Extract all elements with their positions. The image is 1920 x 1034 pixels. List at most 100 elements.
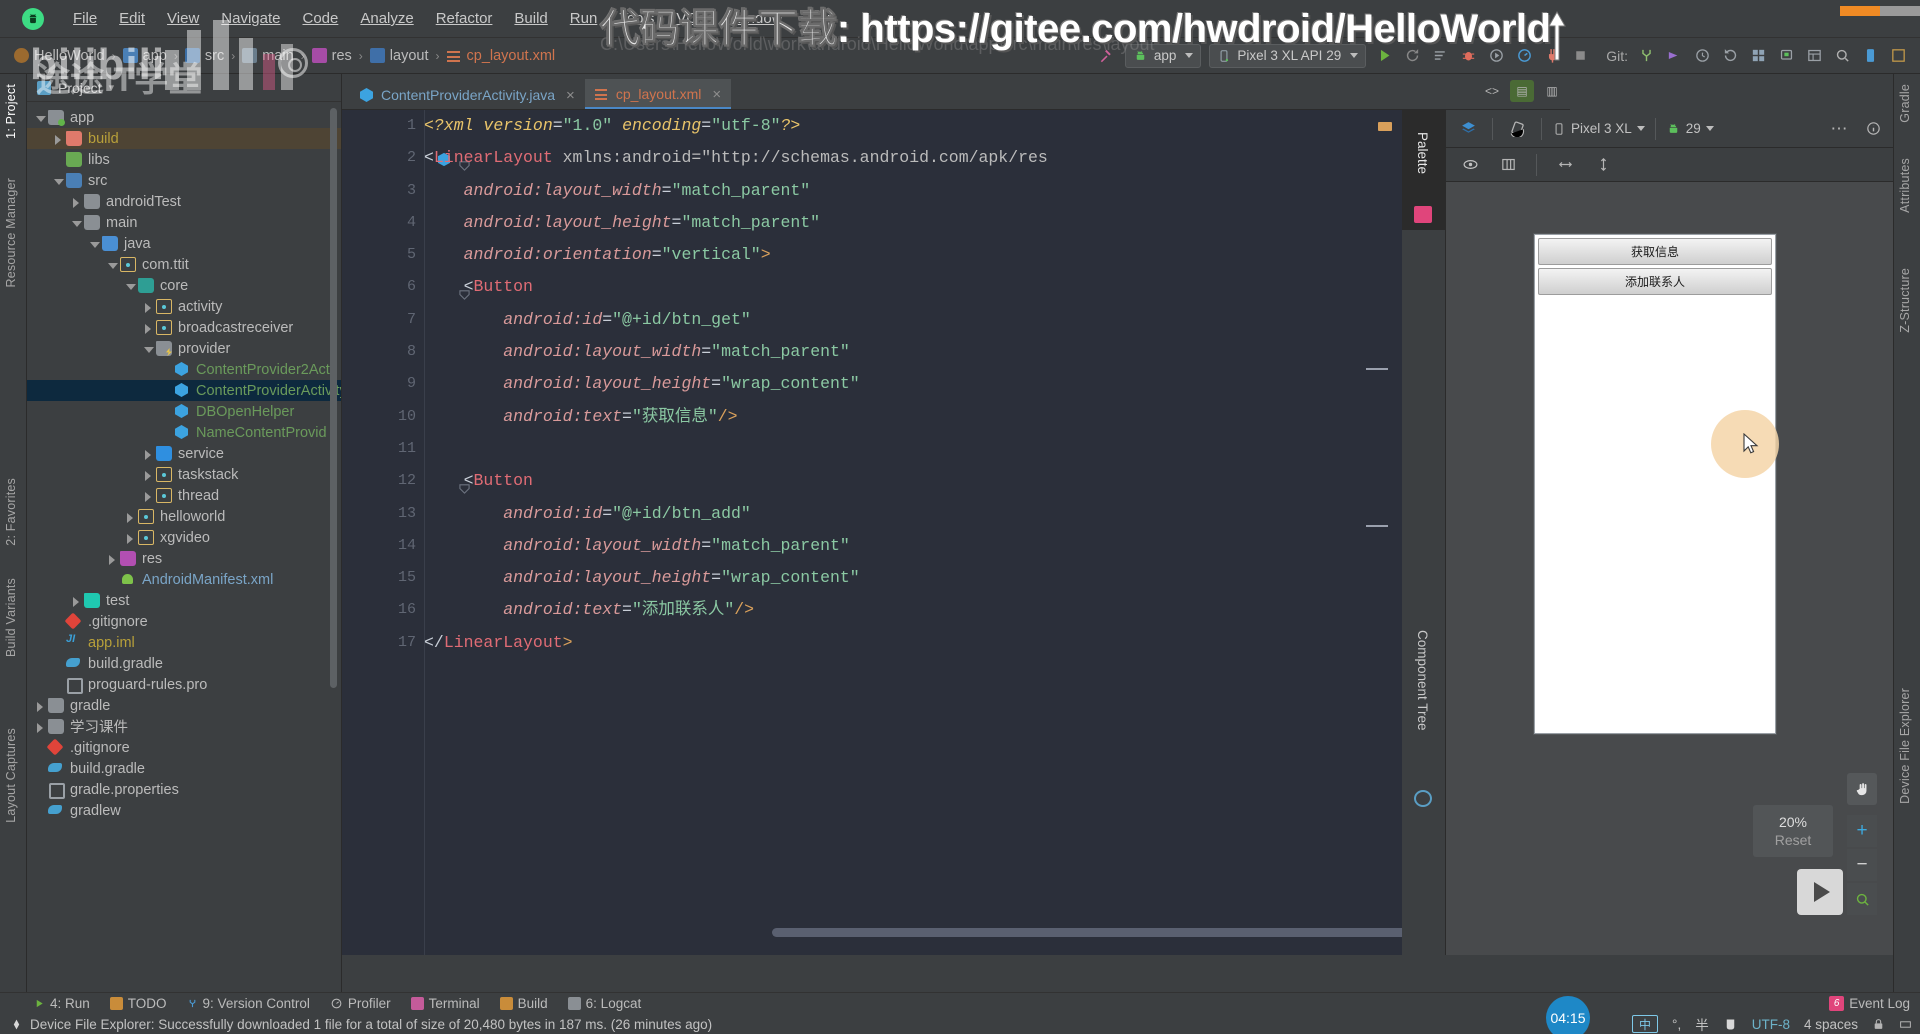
chevron-right-icon[interactable] [141,489,155,503]
tree-node-test[interactable]: test [27,590,341,611]
tree-node-res[interactable]: res [27,548,341,569]
tree-node-dbopenhelper[interactable]: DBOpenHelper [27,401,341,422]
tree-node-build[interactable]: build [27,128,341,149]
editor-warning-marker[interactable] [1378,122,1392,131]
menu-file[interactable]: File [62,7,108,30]
chevron-down-icon[interactable] [105,258,119,272]
code-line[interactable]: android:layout_height="match_parent" [424,207,1402,239]
editor-horizontal-scrollbar[interactable] [772,928,1472,937]
tree-node-core[interactable]: core [27,275,341,296]
tree-node-gradle[interactable]: gradle [27,695,341,716]
rotate-device-icon[interactable] [1503,116,1531,142]
close-icon[interactable]: × [712,86,721,103]
chevron-down-icon[interactable] [87,237,101,251]
rail-tab-layout-captures[interactable]: Layout Captures [2,724,20,827]
code-line[interactable]: android:text="添加联系人"/> [424,594,1402,626]
tree-node-provider[interactable]: provider [27,338,341,359]
menu-edit[interactable]: Edit [108,7,156,30]
device-manager-button[interactable] [1856,43,1884,69]
project-tree[interactable]: app build libs src androidTest main java com.tt… [27,104,341,992]
tree-node-namecontentprovid[interactable]: NameContentProvid [27,422,341,443]
view-options-eye-icon[interactable] [1456,152,1484,178]
zoom-fit-icon[interactable] [1847,883,1877,915]
indent-label[interactable]: 4 spaces [1804,1017,1858,1032]
more-options-icon[interactable]: ⋯ [1825,116,1853,142]
chevron-right-icon[interactable] [141,447,155,461]
tree-node-app-iml[interactable]: app.iml [27,632,341,653]
menu-build[interactable]: Build [503,7,558,30]
layout-inspector-button[interactable] [1800,43,1828,69]
layers-icon[interactable] [1454,116,1482,142]
code-line[interactable]: <?xml version="1.0" encoding="utf-8"?> [424,110,1402,142]
vertical-margin-icon[interactable] [1589,152,1617,178]
tree-node-xgvideo[interactable]: xgvideo [27,527,341,548]
menu-refactor[interactable]: Refactor [425,7,504,30]
avd-manager-button[interactable] [1772,43,1800,69]
rail-tab-attributes[interactable]: Attributes [1896,154,1914,217]
palette-label[interactable]: Palette [1415,132,1430,174]
rail-tab-favorites[interactable]: 2: Favorites [2,474,20,550]
tree-node-gitignore[interactable]: .gitignore [27,737,341,758]
chevron-down-icon[interactable] [69,216,83,230]
rail-tab-device-file-explorer[interactable]: Device File Explorer [1896,684,1914,808]
project-structure-button[interactable] [1884,43,1912,69]
rail-tab-project[interactable]: 1: Project [2,80,20,143]
code-line[interactable]: android:layout_height="wrap_content" [424,562,1402,594]
tree-node-java[interactable]: java [27,233,341,254]
bottom-tab-logcat[interactable]: 6: Logcat [567,996,641,1011]
chevron-down-icon[interactable] [141,342,155,356]
design-device-selector[interactable]: Pixel 3 XL [1552,121,1645,136]
bottom-tab-run[interactable]: 4: Run [34,996,90,1011]
info-icon[interactable] [1859,116,1887,142]
layout-columns-icon[interactable] [1494,152,1522,178]
fold-marker-button[interactable] [1366,368,1388,370]
vcs-branch-button[interactable] [1632,43,1660,69]
tree-node-gitignore[interactable]: .gitignore [27,611,341,632]
code-line[interactable]: <Button [424,465,1402,497]
lock-icon[interactable] [1872,1018,1885,1031]
code-editor[interactable]: 1 2 3 4 5 6 7 8 9 10 11 12 13 14 15 16 17 <?xml version=… [342,110,1472,955]
tree-node-src[interactable]: src [27,170,341,191]
editor-gutter[interactable]: 1 2 3 4 5 6 7 8 9 10 11 12 13 14 15 16 17 [342,110,470,955]
tree-node-app[interactable]: app [27,107,341,128]
chevron-down-icon[interactable] [123,279,137,293]
code-line[interactable] [424,433,1402,465]
chevron-right-icon[interactable] [141,468,155,482]
pan-hand-icon[interactable] [1847,773,1877,805]
tree-node-helloworld[interactable]: helloworld [27,506,341,527]
chevron-down-icon[interactable] [51,174,65,188]
tree-node-androidmanifest-xml[interactable]: AndroidManifest.xml [27,569,341,590]
design-canvas[interactable]: 获取信息 添加联系人 20% Reset + − [1446,182,1893,955]
zoom-out-button[interactable]: − [1847,849,1877,881]
code-line[interactable]: android:id="@+id/btn_add" [424,498,1402,530]
play-button-icon[interactable] [1797,869,1843,915]
vcs-rollback-button[interactable] [1716,43,1744,69]
close-icon[interactable]: × [566,87,575,104]
code-line[interactable]: android:text="获取信息"/> [424,401,1402,433]
code-view-button[interactable]: <> [1480,80,1504,102]
fold-marker-button[interactable] [1366,525,1388,527]
component-tree-label[interactable]: Component Tree [1415,630,1430,731]
stop-button[interactable] [1566,43,1594,69]
code-line[interactable]: </LinearLayout> [424,627,1402,659]
tree-node-androidtest[interactable]: androidTest [27,191,341,212]
search-button[interactable] [1828,43,1856,69]
api-level-selector[interactable]: 29 [1666,121,1714,136]
memory-indicator-icon[interactable] [1899,1018,1912,1031]
encoding-label[interactable]: UTF-8 [1752,1017,1790,1032]
rail-tab-structure[interactable]: Z-Structure [1896,264,1914,337]
preview-button-add-contact[interactable]: 添加联系人 [1538,268,1772,295]
ime-keyboard-icon[interactable] [1723,1017,1738,1032]
code-line[interactable]: android:orientation="vertical"> [424,239,1402,271]
tree-node-libs[interactable]: libs [27,149,341,170]
sdk-manager-button[interactable] [1744,43,1772,69]
tree-node-[interactable]: 学习课件 [27,716,341,737]
rail-tab-gradle[interactable]: Gradle [1896,80,1914,127]
rail-tab-resource-manager[interactable]: Resource Manager [2,174,20,292]
chevron-right-icon[interactable] [141,300,155,314]
device-preview-frame[interactable]: 获取信息 添加联系人 [1534,234,1779,734]
tree-node-service[interactable]: service [27,443,341,464]
tree-node-contentprovideractivity[interactable]: ContentProviderActivity [27,380,341,401]
event-log-button[interactable]: 6 Event Log [1829,996,1910,1011]
tree-node-gradlew[interactable]: gradlew [27,800,341,821]
